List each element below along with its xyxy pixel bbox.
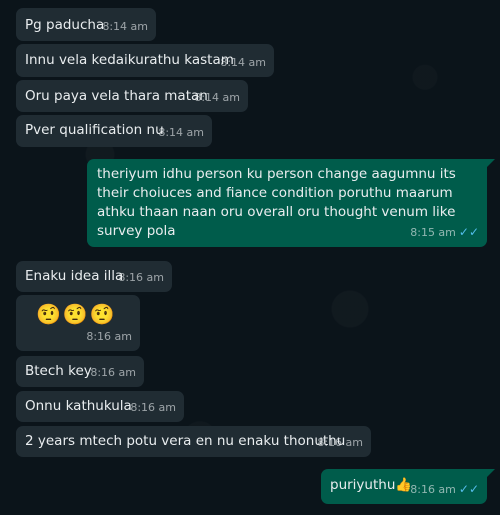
message-text: theriyum idhu person ku person change aa… xyxy=(97,166,456,239)
message-time: 8:16 am xyxy=(317,436,363,449)
message-incoming[interactable]: Oru paya vela thara matan 8:14 am xyxy=(16,80,248,112)
bubble-tail xyxy=(487,469,495,477)
message-time: 8:14 am xyxy=(194,91,240,104)
message-incoming[interactable]: 🤨🤨🤨 8:16 am xyxy=(16,295,140,351)
message-text: Pver qualification nu xyxy=(25,122,164,138)
message-time: 8:16 am xyxy=(90,366,136,379)
message-emoji: 🤨🤨🤨 xyxy=(36,302,117,326)
message-incoming[interactable]: Onnu kathukula 8:16 am xyxy=(16,391,184,422)
message-list[interactable]: Pg paducha 8:14 am Innu vela kedaikurath… xyxy=(0,0,500,515)
bubble-tail xyxy=(487,159,495,167)
message-time: 8:16 am xyxy=(130,401,176,414)
message-time-label: 8:16 am xyxy=(410,483,456,496)
message-text: 2 years mtech potu vera en nu enaku thon… xyxy=(25,433,346,449)
message-time: 8:15 am ✓✓ xyxy=(410,223,479,242)
message-incoming[interactable]: Btech key 8:16 am xyxy=(16,356,144,387)
message-time: 8:14 am xyxy=(158,126,204,139)
message-outgoing[interactable]: puriyuthu👍 8:16 am ✓✓ xyxy=(321,469,487,504)
read-receipt-icon: ✓✓ xyxy=(458,482,479,496)
message-text: Innu vela kedaikurathu kastam xyxy=(25,52,234,68)
message-text: Onnu kathukula xyxy=(25,398,132,414)
message-time-label: 8:15 am xyxy=(410,226,456,239)
message-incoming[interactable]: Enaku idea illa 8:16 am xyxy=(16,261,172,292)
message-text: Btech key xyxy=(25,363,92,379)
message-incoming[interactable]: Pver qualification nu 8:14 am xyxy=(16,115,212,147)
message-text: Pg paducha xyxy=(25,17,105,33)
message-time: 8:16 am xyxy=(86,330,132,343)
message-outgoing[interactable]: theriyum idhu person ku person change aa… xyxy=(87,159,487,247)
message-time: 8:16 am xyxy=(118,271,164,284)
message-text: Enaku idea illa xyxy=(25,268,124,284)
message-incoming[interactable]: 2 years mtech potu vera en nu enaku thon… xyxy=(16,426,371,457)
message-incoming[interactable]: Innu vela kedaikurathu kastam 8:14 am xyxy=(16,44,274,77)
message-text: puriyuthu👍 xyxy=(330,477,413,493)
message-time: 8:16 am ✓✓ xyxy=(410,480,479,499)
message-time: 8:14 am xyxy=(102,20,148,33)
message-incoming[interactable]: Pg paducha 8:14 am xyxy=(16,8,156,41)
message-text: Oru paya vela thara matan xyxy=(25,88,208,104)
read-receipt-icon: ✓✓ xyxy=(458,225,479,239)
message-time: 8:14 am xyxy=(220,56,266,69)
